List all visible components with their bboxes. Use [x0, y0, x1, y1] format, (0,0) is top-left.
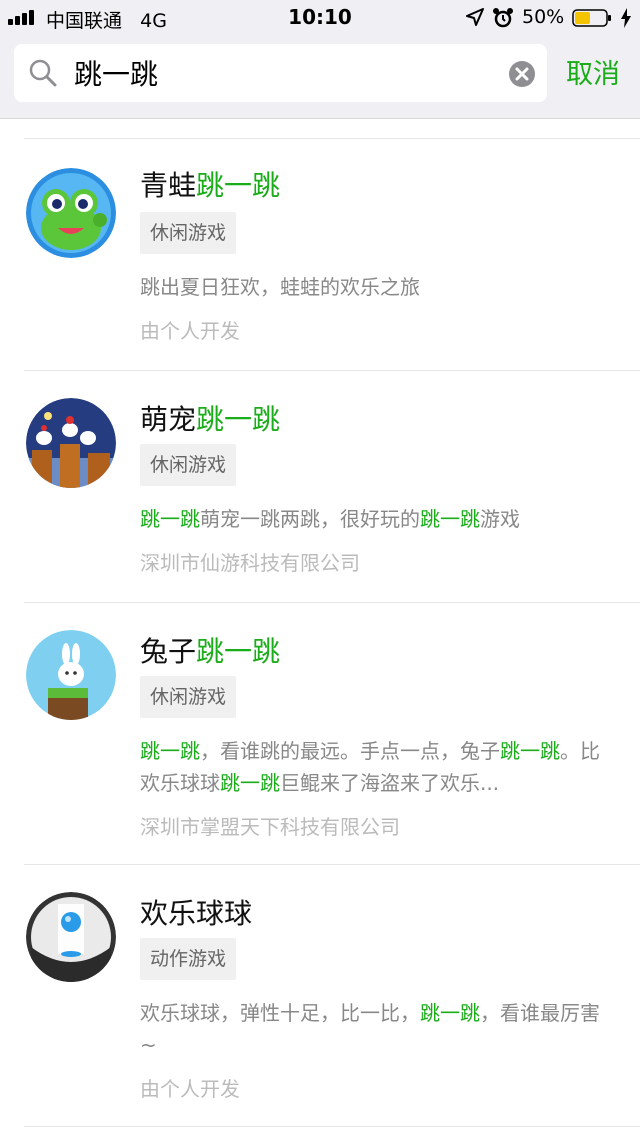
- item-title: 欢乐球球: [140, 897, 253, 930]
- description-text: ，看谁跳的最远。手点一点，兔子: [200, 739, 500, 763]
- developer-name: 深圳市仙游科技有限公司: [140, 551, 360, 575]
- divider: [24, 1126, 640, 1127]
- ball-icon: [26, 892, 116, 982]
- highlight-text: 跳一跳: [220, 771, 280, 795]
- item-title: 青蛙跳一跳: [140, 169, 281, 202]
- category-tag: 动作游戏: [140, 938, 237, 980]
- frog-icon: [26, 168, 116, 258]
- highlight-text: 跳一跳: [140, 739, 200, 763]
- category-tag: 休闲游戏: [140, 444, 237, 486]
- developer-name: 由个人开发: [140, 1077, 240, 1101]
- description-text: 游戏: [480, 507, 520, 531]
- highlight-text: 跳一跳: [500, 739, 560, 763]
- search-input[interactable]: [74, 52, 494, 94]
- alarm-icon: [493, 8, 513, 28]
- description-text: 萌宠一跳两跳，很好玩的: [200, 507, 420, 531]
- charging-icon: [621, 8, 631, 28]
- cancel-button[interactable]: 取消: [566, 52, 620, 91]
- battery-percentage: 50%: [522, 6, 565, 28]
- header-divider: [0, 118, 640, 119]
- search-header: 取消: [0, 36, 640, 118]
- status-bar: 中国联通 4G 10:10 50%: [0, 0, 640, 36]
- item-description: 欢乐球球，弹性十足，比一比，跳一跳，看谁最厉害~: [140, 997, 615, 1061]
- divider: [24, 864, 640, 865]
- description-text: 跳出夏日狂欢，蛙蛙的欢乐之旅: [140, 275, 420, 299]
- highlight-text: 跳一跳: [420, 507, 480, 531]
- category-tag: 休闲游戏: [140, 212, 237, 254]
- item-title: 萌宠跳一跳: [140, 403, 281, 436]
- category-tag: 休闲游戏: [140, 676, 237, 718]
- divider: [24, 370, 640, 371]
- developer-name: 由个人开发: [140, 319, 240, 343]
- pets-icon: [26, 398, 116, 488]
- item-description: 跳一跳，看谁跳的最远。手点一点，兔子跳一跳。比欢乐球球跳一跳巨鲲来了海盗来了欢乐…: [140, 735, 615, 799]
- search-icon: [29, 59, 57, 87]
- divider: [24, 602, 640, 603]
- search-box[interactable]: [14, 44, 547, 102]
- divider: [24, 138, 640, 139]
- developer-name: 深圳市掌盟天下科技有限公司: [140, 815, 400, 839]
- battery-icon: [572, 9, 611, 27]
- item-title: 兔子跳一跳: [140, 635, 281, 668]
- highlight-text: 跳一跳: [420, 1001, 480, 1025]
- highlight-text: 跳一跳: [140, 507, 200, 531]
- description-text: 欢乐球球，弹性十足，比一比，: [140, 1001, 420, 1025]
- description-text: 巨鲲来了海盗来了欢乐...: [280, 771, 500, 795]
- item-description: 跳出夏日狂欢，蛙蛙的欢乐之旅: [140, 271, 615, 303]
- item-description: 跳一跳萌宠一跳两跳，很好玩的跳一跳游戏: [140, 503, 615, 535]
- location-icon: [466, 8, 484, 26]
- rabbit-icon: [26, 630, 116, 720]
- clear-icon[interactable]: [508, 60, 536, 88]
